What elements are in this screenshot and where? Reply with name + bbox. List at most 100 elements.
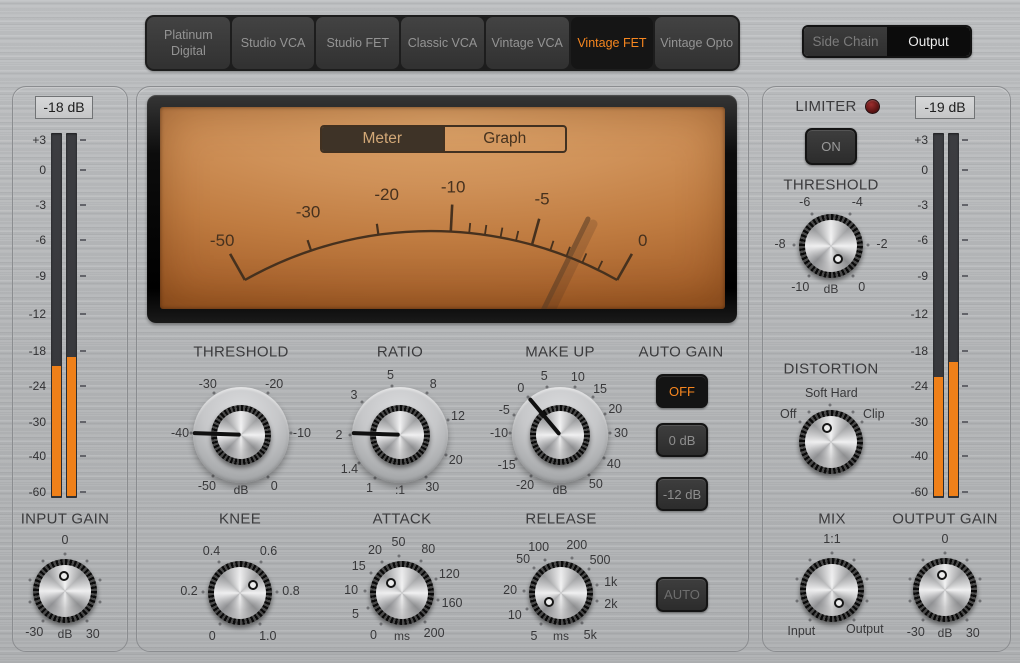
meter-scale-label: -40: [28, 449, 46, 464]
meter-scale-label: -30: [28, 415, 46, 430]
knob-tick-label: 20: [448, 452, 463, 467]
mix-knob[interactable]: [800, 558, 864, 622]
knob-tick-label: Input: [787, 623, 816, 638]
meter-tick: [80, 349, 86, 352]
knob-tick-label: -40: [171, 425, 190, 440]
knob-tick-dot: [570, 556, 574, 560]
knob-tick-label: 5: [530, 629, 538, 644]
meter-scale-label: -6: [35, 232, 46, 247]
knob-tick-label: -5: [498, 403, 510, 418]
vu-tick: [375, 223, 380, 235]
meter-tick: [80, 238, 86, 241]
meter-bar-fill: [949, 362, 958, 496]
knob-tick-dot: [98, 600, 102, 604]
meter-tick: [962, 203, 968, 206]
attack-knob[interactable]: [370, 561, 434, 625]
meter-bar: [933, 133, 944, 498]
knob-tick-label: Off: [780, 407, 797, 422]
meter-scale-label: -6: [917, 232, 928, 247]
release-knob[interactable]: [529, 561, 593, 625]
knob-tick-dot: [363, 589, 367, 593]
knob-tick-label: -20: [515, 477, 535, 492]
knob-tick-dot: [808, 558, 812, 562]
meter-scale-label: -9: [917, 269, 928, 284]
vu-tick: [468, 222, 472, 234]
release-label: RELEASE: [525, 510, 597, 528]
knob-tick-dot: [539, 622, 543, 626]
meter-scale-label: -3: [917, 197, 928, 212]
vu-scale-label: -30: [296, 203, 321, 222]
tab-platinum-digital[interactable]: Platinum Digital: [147, 17, 230, 69]
knob-tick-dot: [810, 212, 814, 216]
tab-studio-vca[interactable]: Studio VCA: [231, 17, 315, 69]
knob-tick-label: -10: [791, 279, 810, 294]
knob-tick-dot: [266, 475, 270, 479]
knob-tick-label: 30: [614, 425, 628, 440]
knob-tick-label: -2: [876, 237, 888, 252]
knee-label: KNEE: [218, 510, 262, 528]
tab-vintage-fet[interactable]: Vintage FET: [570, 17, 654, 69]
knob-tick-label: 20: [368, 542, 382, 557]
side-chain-button[interactable]: Side Chain: [804, 27, 887, 56]
input-level-readout[interactable]: -18 dB: [35, 96, 93, 119]
knob-tick-dot: [85, 619, 89, 623]
knob-tick-label: Soft: [804, 386, 828, 401]
vu-tab-meter[interactable]: Meter: [322, 127, 443, 151]
knee-knob[interactable]: [208, 561, 272, 625]
meter-scale-label: +3: [32, 132, 46, 147]
knob-tick-dot: [366, 606, 370, 610]
meter-tick: [962, 313, 968, 316]
meter-tick: [80, 275, 86, 278]
output-level-readout[interactable]: -19 dB: [915, 96, 975, 119]
knob-tick-dot: [595, 599, 599, 603]
distortion-knob[interactable]: [799, 410, 863, 474]
meter-scale-label: -9: [35, 269, 46, 284]
auto-button[interactable]: AUTO: [656, 577, 708, 612]
knob-tick-label: 40: [606, 456, 621, 471]
knob-tick-label: 1k: [604, 574, 618, 589]
knob-tick-label: 0: [941, 532, 949, 546]
auto-gain-0-db-button[interactable]: 0 dB: [656, 423, 708, 457]
meter-scale-label: -3: [35, 197, 46, 212]
knob-tick-label: 20: [503, 583, 518, 598]
knob-tick-label: 50: [391, 535, 406, 550]
meter-scale-label: -24: [28, 378, 46, 393]
knob-tick-dot: [965, 558, 969, 562]
vu-tick: [306, 239, 313, 251]
knob-tick-dot: [795, 599, 799, 603]
knob-tick-label: -30: [198, 376, 217, 391]
knob-tick-label: -4: [851, 195, 863, 210]
tab-vintage-vca[interactable]: Vintage VCA: [485, 17, 569, 69]
meter-tick: [80, 203, 86, 206]
knob-unit-label: dB: [823, 282, 839, 296]
knob-tick-label: 30: [85, 626, 100, 641]
knob-indicator: [59, 571, 70, 582]
knob-tick-label: 200: [566, 537, 588, 552]
tab-vintage-opto[interactable]: Vintage Opto: [655, 17, 739, 69]
knob-tick-dot: [369, 571, 373, 575]
knob-tick-label: -10: [292, 425, 311, 440]
vu-tick: [515, 230, 520, 241]
knob-tick-dot: [444, 453, 448, 457]
output-button[interactable]: Output: [887, 27, 970, 56]
knob-tick-dot: [978, 577, 982, 581]
knob-tick-dot: [580, 621, 584, 625]
knob-tick-dot: [379, 622, 383, 626]
knob-tick-dot: [808, 618, 812, 622]
limiter-on-button[interactable]: ON: [805, 128, 857, 165]
knob-tick-dot: [807, 274, 811, 278]
input-gain-knob[interactable]: [33, 559, 97, 623]
auto-gain-off-button[interactable]: OFF: [656, 374, 708, 408]
vu-tab-graph[interactable]: Graph: [442, 127, 566, 151]
meter-bar: [66, 133, 77, 498]
knob-tick-dot: [543, 558, 547, 562]
limiter-threshold-knob[interactable]: [799, 214, 863, 278]
auto-gain-12-db-button[interactable]: -12 dB: [656, 477, 708, 511]
knob-tick-label: 120: [438, 566, 460, 581]
output-gain-knob[interactable]: [913, 558, 977, 622]
knob-tick-label: 50: [588, 477, 603, 492]
vu-tick: [499, 227, 504, 238]
tab-studio-fet[interactable]: Studio FET: [316, 17, 400, 69]
knob-tick-dot: [828, 403, 832, 407]
tab-classic-vca[interactable]: Classic VCA: [401, 17, 484, 69]
